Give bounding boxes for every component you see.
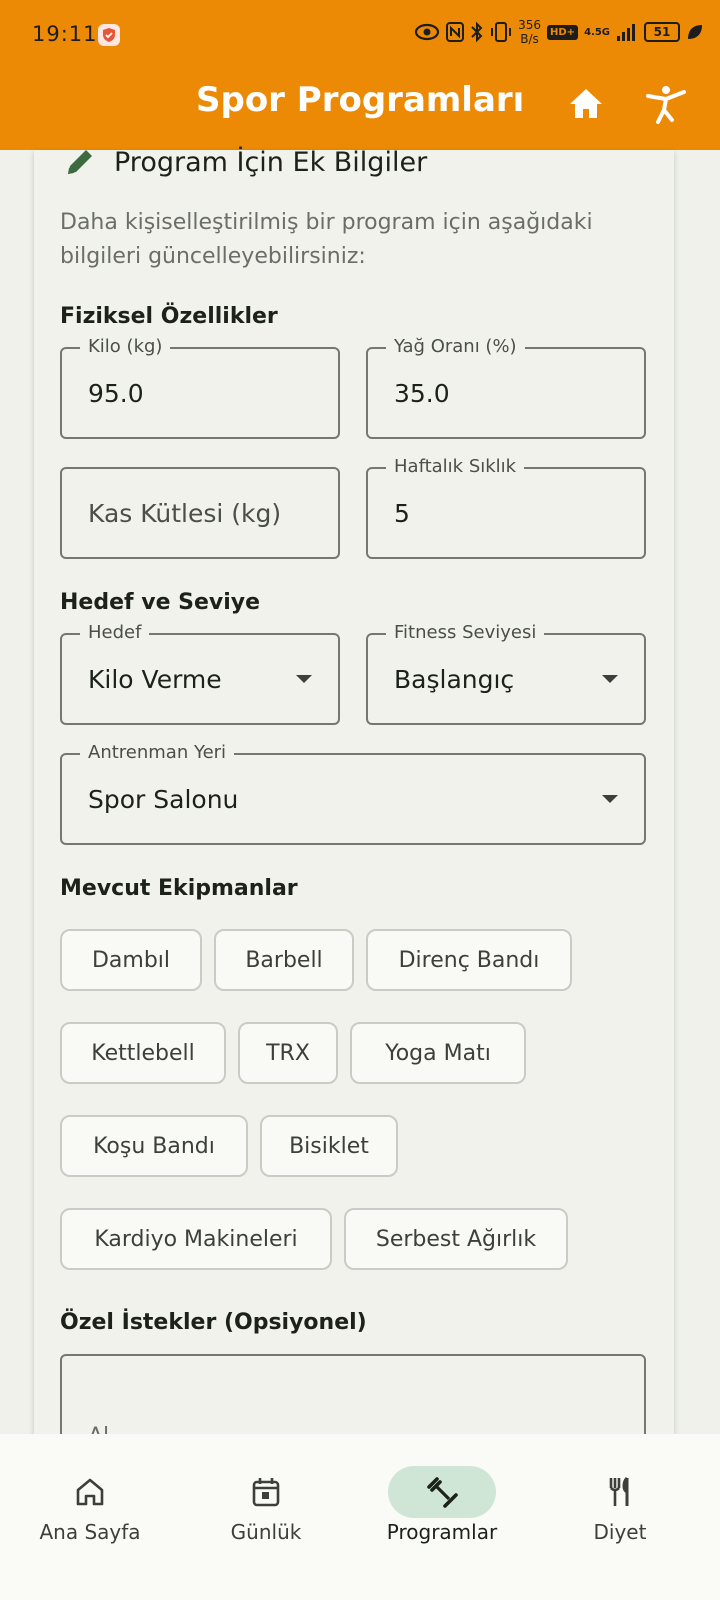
hd-badge: HD+ — [547, 24, 579, 40]
signal-icon — [617, 24, 635, 41]
net-speed-unit: B/s — [520, 32, 539, 46]
fat-ratio-field[interactable]: Yağ Oranı (%) 35.0 — [366, 336, 646, 439]
weekly-frequency-value: 5 — [394, 499, 410, 528]
equipment-chip[interactable]: TRX — [238, 1022, 338, 1084]
goal-heading: Hedef ve Seviye — [60, 590, 261, 615]
nav-label: Ana Sayfa — [39, 1520, 141, 1544]
home-outline-icon — [76, 1478, 104, 1506]
weight-field[interactable]: Kilo (kg) 95.0 — [60, 336, 340, 439]
training-place-dropdown[interactable]: Antrenman Yeri Spor Salonu — [60, 742, 646, 845]
fat-ratio-value: 35.0 — [394, 379, 450, 408]
goal-value: Kilo Verme — [88, 665, 222, 694]
nav-item-daily[interactable]: Günlük — [176, 1434, 356, 1600]
goal-dropdown[interactable]: Hedef Kilo Verme — [60, 622, 340, 725]
page-title: Spor Programları — [196, 80, 525, 120]
calendar-icon — [252, 1478, 280, 1507]
eye-icon — [414, 23, 440, 41]
utensils-icon — [609, 1476, 629, 1506]
section-header: Program İçin Ek Bilgiler — [62, 144, 427, 180]
equipment-chip[interactable]: Koşu Bandı — [60, 1115, 248, 1177]
muscle-mass-placeholder: Kas Kütlesi (kg) — [88, 499, 282, 528]
nav-item-home[interactable]: Ana Sayfa — [0, 1434, 180, 1600]
nav-icon-wrap — [566, 1466, 674, 1518]
nav-icon-wrap — [212, 1466, 320, 1518]
bottom-navigation: Ana Sayfa Günlük Programlar Diyet — [0, 1434, 720, 1600]
nav-item-diet[interactable]: Diyet — [530, 1434, 710, 1600]
equipment-chip[interactable]: Barbell — [214, 929, 354, 991]
nfc-icon — [446, 22, 465, 42]
equipment-chip[interactable]: Dambıl — [60, 929, 202, 991]
leaf-icon — [688, 25, 702, 39]
status-time: 19:11 — [32, 22, 98, 46]
equipment-chip[interactable]: Direnç Bandı — [366, 929, 572, 991]
weekly-frequency-label: Haftalık Sıklık — [386, 456, 525, 477]
status-icons: 356 B/s HD+ 4.5G 51 — [414, 18, 704, 46]
muscle-mass-field[interactable]: Kas Kütlesi (kg) — [60, 467, 340, 559]
vibrate-icon — [491, 22, 512, 42]
weight-value: 95.0 — [88, 379, 144, 408]
equipment-chip[interactable]: Serbest Ağırlık — [344, 1208, 568, 1270]
shield-app-icon — [98, 24, 120, 46]
nav-icon-wrap — [36, 1466, 144, 1518]
nav-icon-wrap — [388, 1466, 496, 1518]
app-bar: 19:11 356 B/s HD+ 4.5G 51 Spor Programlar… — [0, 0, 720, 150]
battery-indicator: 51 — [644, 22, 680, 42]
nav-item-programs[interactable]: Programlar — [352, 1434, 532, 1600]
physical-heading: Fiziksel Özellikler — [60, 304, 278, 329]
dropdown-arrow-icon — [602, 795, 618, 803]
home-icon[interactable] — [566, 84, 606, 124]
requests-heading: Özel İstekler (Opsiyonel) — [60, 1310, 367, 1335]
dropdown-arrow-icon — [602, 675, 618, 683]
equipment-chip[interactable]: Bisiklet — [260, 1115, 398, 1177]
fitness-level-value: Başlangıç — [394, 665, 515, 694]
nav-label: Programlar — [386, 1520, 498, 1544]
equipment-heading: Mevcut Ekipmanlar — [60, 876, 298, 901]
fitness-icon[interactable] — [644, 82, 688, 126]
bluetooth-icon — [471, 21, 483, 43]
fitness-level-dropdown[interactable]: Fitness Seviyesi Başlangıç — [366, 622, 646, 725]
goal-label: Hedef — [80, 622, 150, 643]
section-description: Daha kişiselleştirilmiş bir program için… — [60, 210, 593, 269]
network-type: 4.5G — [584, 26, 610, 38]
equipment-chip[interactable]: Yoga Matı — [350, 1022, 526, 1084]
dumbbell-icon — [427, 1477, 458, 1508]
fitness-level-label: Fitness Seviyesi — [386, 622, 545, 643]
weight-label: Kilo (kg) — [80, 336, 171, 357]
training-place-label: Antrenman Yeri — [80, 742, 235, 763]
section-title: Program İçin Ek Bilgiler — [114, 146, 428, 178]
dropdown-arrow-icon — [296, 675, 312, 683]
equipment-chip[interactable]: Kardiyo Makineleri — [60, 1208, 332, 1270]
net-speed-value: 356 — [518, 18, 541, 32]
pencil-icon — [68, 150, 92, 174]
net-speed: 356 B/s — [518, 18, 541, 46]
equipment-chip[interactable]: Kettlebell — [60, 1022, 226, 1084]
nav-label: Günlük — [230, 1520, 302, 1544]
weekly-frequency-field[interactable]: Haftalık Sıklık 5 — [366, 456, 646, 559]
nav-label: Diyet — [593, 1520, 647, 1544]
fat-ratio-label: Yağ Oranı (%) — [386, 336, 525, 357]
status-bar: 19:11 356 B/s HD+ 4.5G 51 — [0, 0, 720, 70]
training-place-value: Spor Salonu — [88, 785, 239, 814]
